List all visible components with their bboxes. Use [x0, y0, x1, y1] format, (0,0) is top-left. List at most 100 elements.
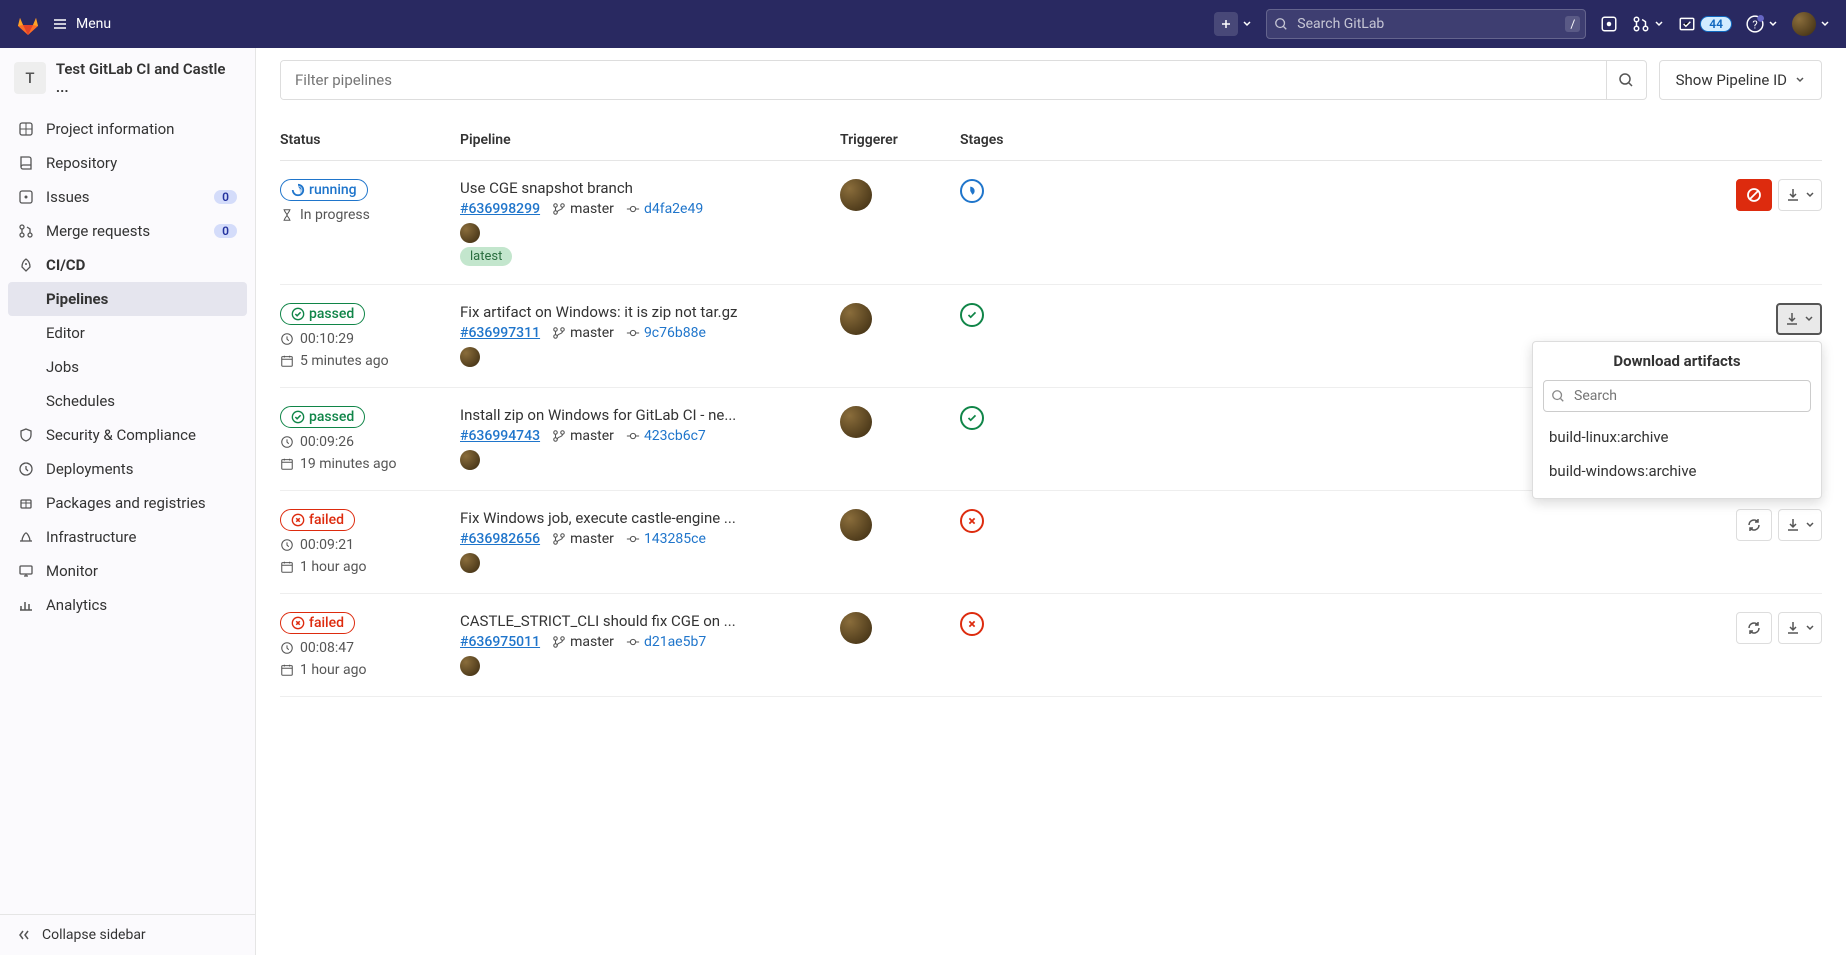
triggerer-avatar[interactable]: [840, 179, 872, 211]
pipeline-branch[interactable]: master: [552, 325, 614, 341]
stage-status[interactable]: [960, 612, 984, 636]
sidebar-item-label: Security & Compliance: [46, 426, 196, 444]
col-status-header: Status: [280, 132, 460, 148]
status-badge[interactable]: failed: [280, 612, 355, 634]
sidebar-item-monitor[interactable]: Monitor: [8, 554, 247, 588]
issues-icon: [1600, 15, 1618, 33]
commit-author-avatar[interactable]: [460, 656, 480, 676]
status-badge[interactable]: running: [280, 179, 368, 201]
pipeline-commit-link[interactable]: 143285ce: [626, 531, 706, 547]
commit-icon: [626, 326, 640, 340]
analytics-icon: [18, 597, 34, 613]
sidebar-item-label: Merge requests: [46, 222, 150, 240]
sidebar-item-packages-and-registries[interactable]: Packages and registries: [8, 486, 247, 520]
commit-author-avatar[interactable]: [460, 223, 480, 243]
clock-icon: [280, 435, 294, 449]
pipeline-commit-link[interactable]: 423cb6c7: [626, 428, 706, 444]
sidebar-item-editor[interactable]: Editor: [8, 316, 247, 350]
pipeline-branch[interactable]: master: [552, 531, 614, 547]
stage-status[interactable]: [960, 303, 984, 327]
pipeline-title[interactable]: Install zip on Windows for GitLab CI - n…: [460, 406, 800, 424]
commit-author-avatar[interactable]: [460, 450, 480, 470]
global-search: /: [1266, 9, 1586, 39]
artifact-item[interactable]: build-windows:archive: [1543, 454, 1811, 488]
pipeline-commit-link[interactable]: 9c76b88e: [626, 325, 706, 341]
pipeline-commit-link[interactable]: d21ae5b7: [626, 634, 706, 650]
download-artifacts-button[interactable]: [1776, 303, 1822, 335]
sidebar-item-issues[interactable]: Issues0: [8, 180, 247, 214]
commit-author-avatar[interactable]: [460, 347, 480, 367]
rocket-icon: [18, 257, 34, 273]
collapse-sidebar-button[interactable]: Collapse sidebar: [0, 914, 255, 955]
sidebar-item-label: Jobs: [46, 358, 79, 376]
status-badge[interactable]: passed: [280, 406, 365, 428]
triggerer-avatar[interactable]: [840, 509, 872, 541]
sidebar-item-label: Schedules: [46, 392, 115, 410]
sidebar-item-ci-cd[interactable]: CI/CD: [8, 248, 247, 282]
pipeline-id-link[interactable]: #636982656: [460, 531, 540, 547]
download-artifacts-button[interactable]: [1778, 179, 1822, 211]
pipeline-title[interactable]: Use CGE snapshot branch: [460, 179, 800, 197]
retry-pipeline-button[interactable]: [1736, 509, 1772, 541]
pipeline-id-link[interactable]: #636998299: [460, 201, 540, 217]
stage-status[interactable]: [960, 179, 984, 203]
sidebar-item-jobs[interactable]: Jobs: [8, 350, 247, 384]
menu-label: Menu: [76, 16, 111, 32]
show-pipeline-id-dropdown[interactable]: Show Pipeline ID: [1659, 60, 1822, 100]
pipeline-title[interactable]: Fix Windows job, execute castle-engine .…: [460, 509, 800, 527]
triggerer-avatar[interactable]: [840, 303, 872, 335]
sidebar-item-deployments[interactable]: Deployments: [8, 452, 247, 486]
create-new-button[interactable]: [1214, 12, 1252, 36]
pipeline-id-link[interactable]: #636997311: [460, 325, 540, 341]
pipeline-branch[interactable]: master: [552, 201, 614, 217]
download-artifacts-button[interactable]: [1778, 509, 1822, 541]
stage-status[interactable]: [960, 509, 984, 533]
status-badge[interactable]: passed: [280, 303, 365, 325]
artifact-search-input[interactable]: [1543, 380, 1811, 412]
search-input[interactable]: [1266, 9, 1586, 39]
help-button[interactable]: ?: [1746, 15, 1778, 33]
triggerer-avatar[interactable]: [840, 612, 872, 644]
stage-status[interactable]: [960, 406, 984, 430]
artifact-item[interactable]: build-linux:archive: [1543, 420, 1811, 454]
running-stage-icon: [965, 184, 979, 198]
sidebar-item-analytics[interactable]: Analytics: [8, 588, 247, 622]
search-icon: [1274, 17, 1288, 31]
sidebar-item-infrastructure[interactable]: Infrastructure: [8, 520, 247, 554]
issues-shortcut[interactable]: [1600, 15, 1618, 33]
collapse-label: Collapse sidebar: [42, 927, 146, 943]
branch-icon: [552, 635, 566, 649]
filter-input[interactable]: [281, 61, 1606, 99]
cancel-pipeline-button[interactable]: [1736, 179, 1772, 211]
sidebar-item-pipelines[interactable]: Pipelines: [8, 282, 247, 316]
pipeline-branch[interactable]: master: [552, 428, 614, 444]
commit-author-avatar[interactable]: [460, 553, 480, 573]
pipeline-id-link[interactable]: #636994743: [460, 428, 540, 444]
pipeline-actions: [1776, 303, 1822, 335]
filter-search-button[interactable]: [1606, 61, 1646, 99]
project-header[interactable]: T Test GitLab CI and Castle ...: [0, 48, 255, 108]
merge-requests-shortcut[interactable]: [1632, 15, 1664, 33]
sidebar-item-security-compliance[interactable]: Security & Compliance: [8, 418, 247, 452]
pipeline-id-link[interactable]: #636975011: [460, 634, 540, 650]
menu-button[interactable]: Menu: [52, 16, 111, 32]
status-badge[interactable]: failed: [280, 509, 355, 531]
passed-stage-icon: [965, 411, 979, 425]
finished-label: 5 minutes ago: [300, 353, 389, 369]
sidebar-item-merge-requests[interactable]: Merge requests0: [8, 214, 247, 248]
pipeline-title[interactable]: Fix artifact on Windows: it is zip not t…: [460, 303, 800, 321]
sidebar-item-project-information[interactable]: Project information: [8, 112, 247, 146]
sidebar-item-schedules[interactable]: Schedules: [8, 384, 247, 418]
triggerer-avatar[interactable]: [840, 406, 872, 438]
user-menu[interactable]: [1792, 12, 1830, 36]
pipeline-commit-link[interactable]: d4fa2e49: [626, 201, 703, 217]
sidebar-item-repository[interactable]: Repository: [8, 146, 247, 180]
retry-pipeline-button[interactable]: [1736, 612, 1772, 644]
gitlab-logo[interactable]: [16, 12, 40, 36]
pipeline-branch[interactable]: master: [552, 634, 614, 650]
pipeline-title[interactable]: CASTLE_STRICT_CLI should fix CGE on ...: [460, 612, 800, 630]
download-artifacts-button[interactable]: [1778, 612, 1822, 644]
todos-shortcut[interactable]: 44: [1678, 15, 1732, 33]
sidebar-item-label: Packages and registries: [46, 494, 206, 512]
pipeline-row: running In progress Use CGE snapshot bra…: [280, 161, 1822, 285]
